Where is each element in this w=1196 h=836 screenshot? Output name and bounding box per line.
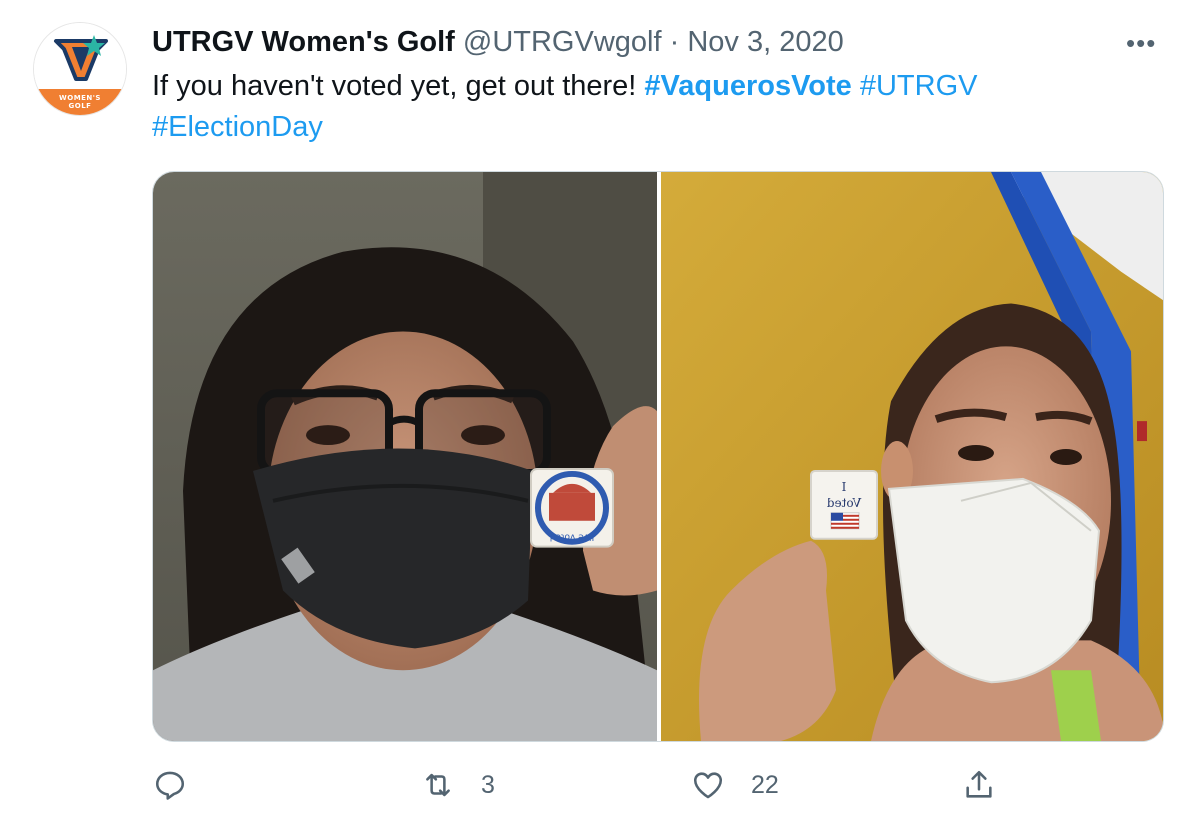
display-name[interactable]: UTRGV Women's Golf [152,26,455,58]
vaqueros-logo-icon [54,35,108,81]
tweet-card: WOMEN'S GOLF UTRGV Women's Golf @UTRGVwg… [0,0,1196,836]
photo-left-image: I've voted [153,172,657,741]
sticker-left-text: I've voted [550,532,594,542]
hashtag-link[interactable]: #UTRGV [860,70,978,102]
tweet-text-prefix: If you haven't voted yet, get out there! [152,70,645,102]
more-options-icon[interactable]: ••• [1126,30,1156,56]
like-icon [693,772,723,799]
sticker-right-line2: Voted [826,496,862,510]
avatar-label-line2: GOLF [68,102,92,110]
photo-right-image: I Voted [661,172,1163,741]
action-bar: 3 22 [0,760,1196,820]
separator-dot: · [669,26,680,58]
share-button[interactable] [962,760,996,810]
photo-left[interactable]: I've voted [153,172,657,741]
avatar[interactable]: WOMEN'S GOLF [33,22,127,116]
hashtag-link[interactable]: #ElectionDay [152,111,323,143]
reply-button[interactable] [153,760,213,810]
like-count: 22 [751,770,779,799]
photo-right[interactable]: I Voted [661,172,1163,741]
avatar-label-line1: WOMEN'S [59,94,101,102]
reply-icon [155,771,185,800]
retweet-count: 3 [481,770,495,799]
logo-area [34,23,126,89]
share-icon [966,770,992,798]
tweet-text: If you haven't voted yet, get out there!… [152,66,1112,148]
retweet-button[interactable]: 3 [421,760,495,810]
retweet-icon [426,773,450,797]
sticker-right-line1: I [842,480,847,494]
handle[interactable]: @UTRGVwgolf [463,26,662,58]
tweet-header: UTRGV Women's Golf @UTRGVwgolf · Nov 3, … [152,24,844,60]
like-button[interactable]: 22 [691,760,779,810]
hashtag-link[interactable]: #VaquerosVote [644,70,851,102]
avatar-band: WOMEN'S GOLF [34,89,126,115]
tweet-date[interactable]: Nov 3, 2020 [687,26,843,58]
media-grid: I've voted I Voted [152,171,1164,742]
